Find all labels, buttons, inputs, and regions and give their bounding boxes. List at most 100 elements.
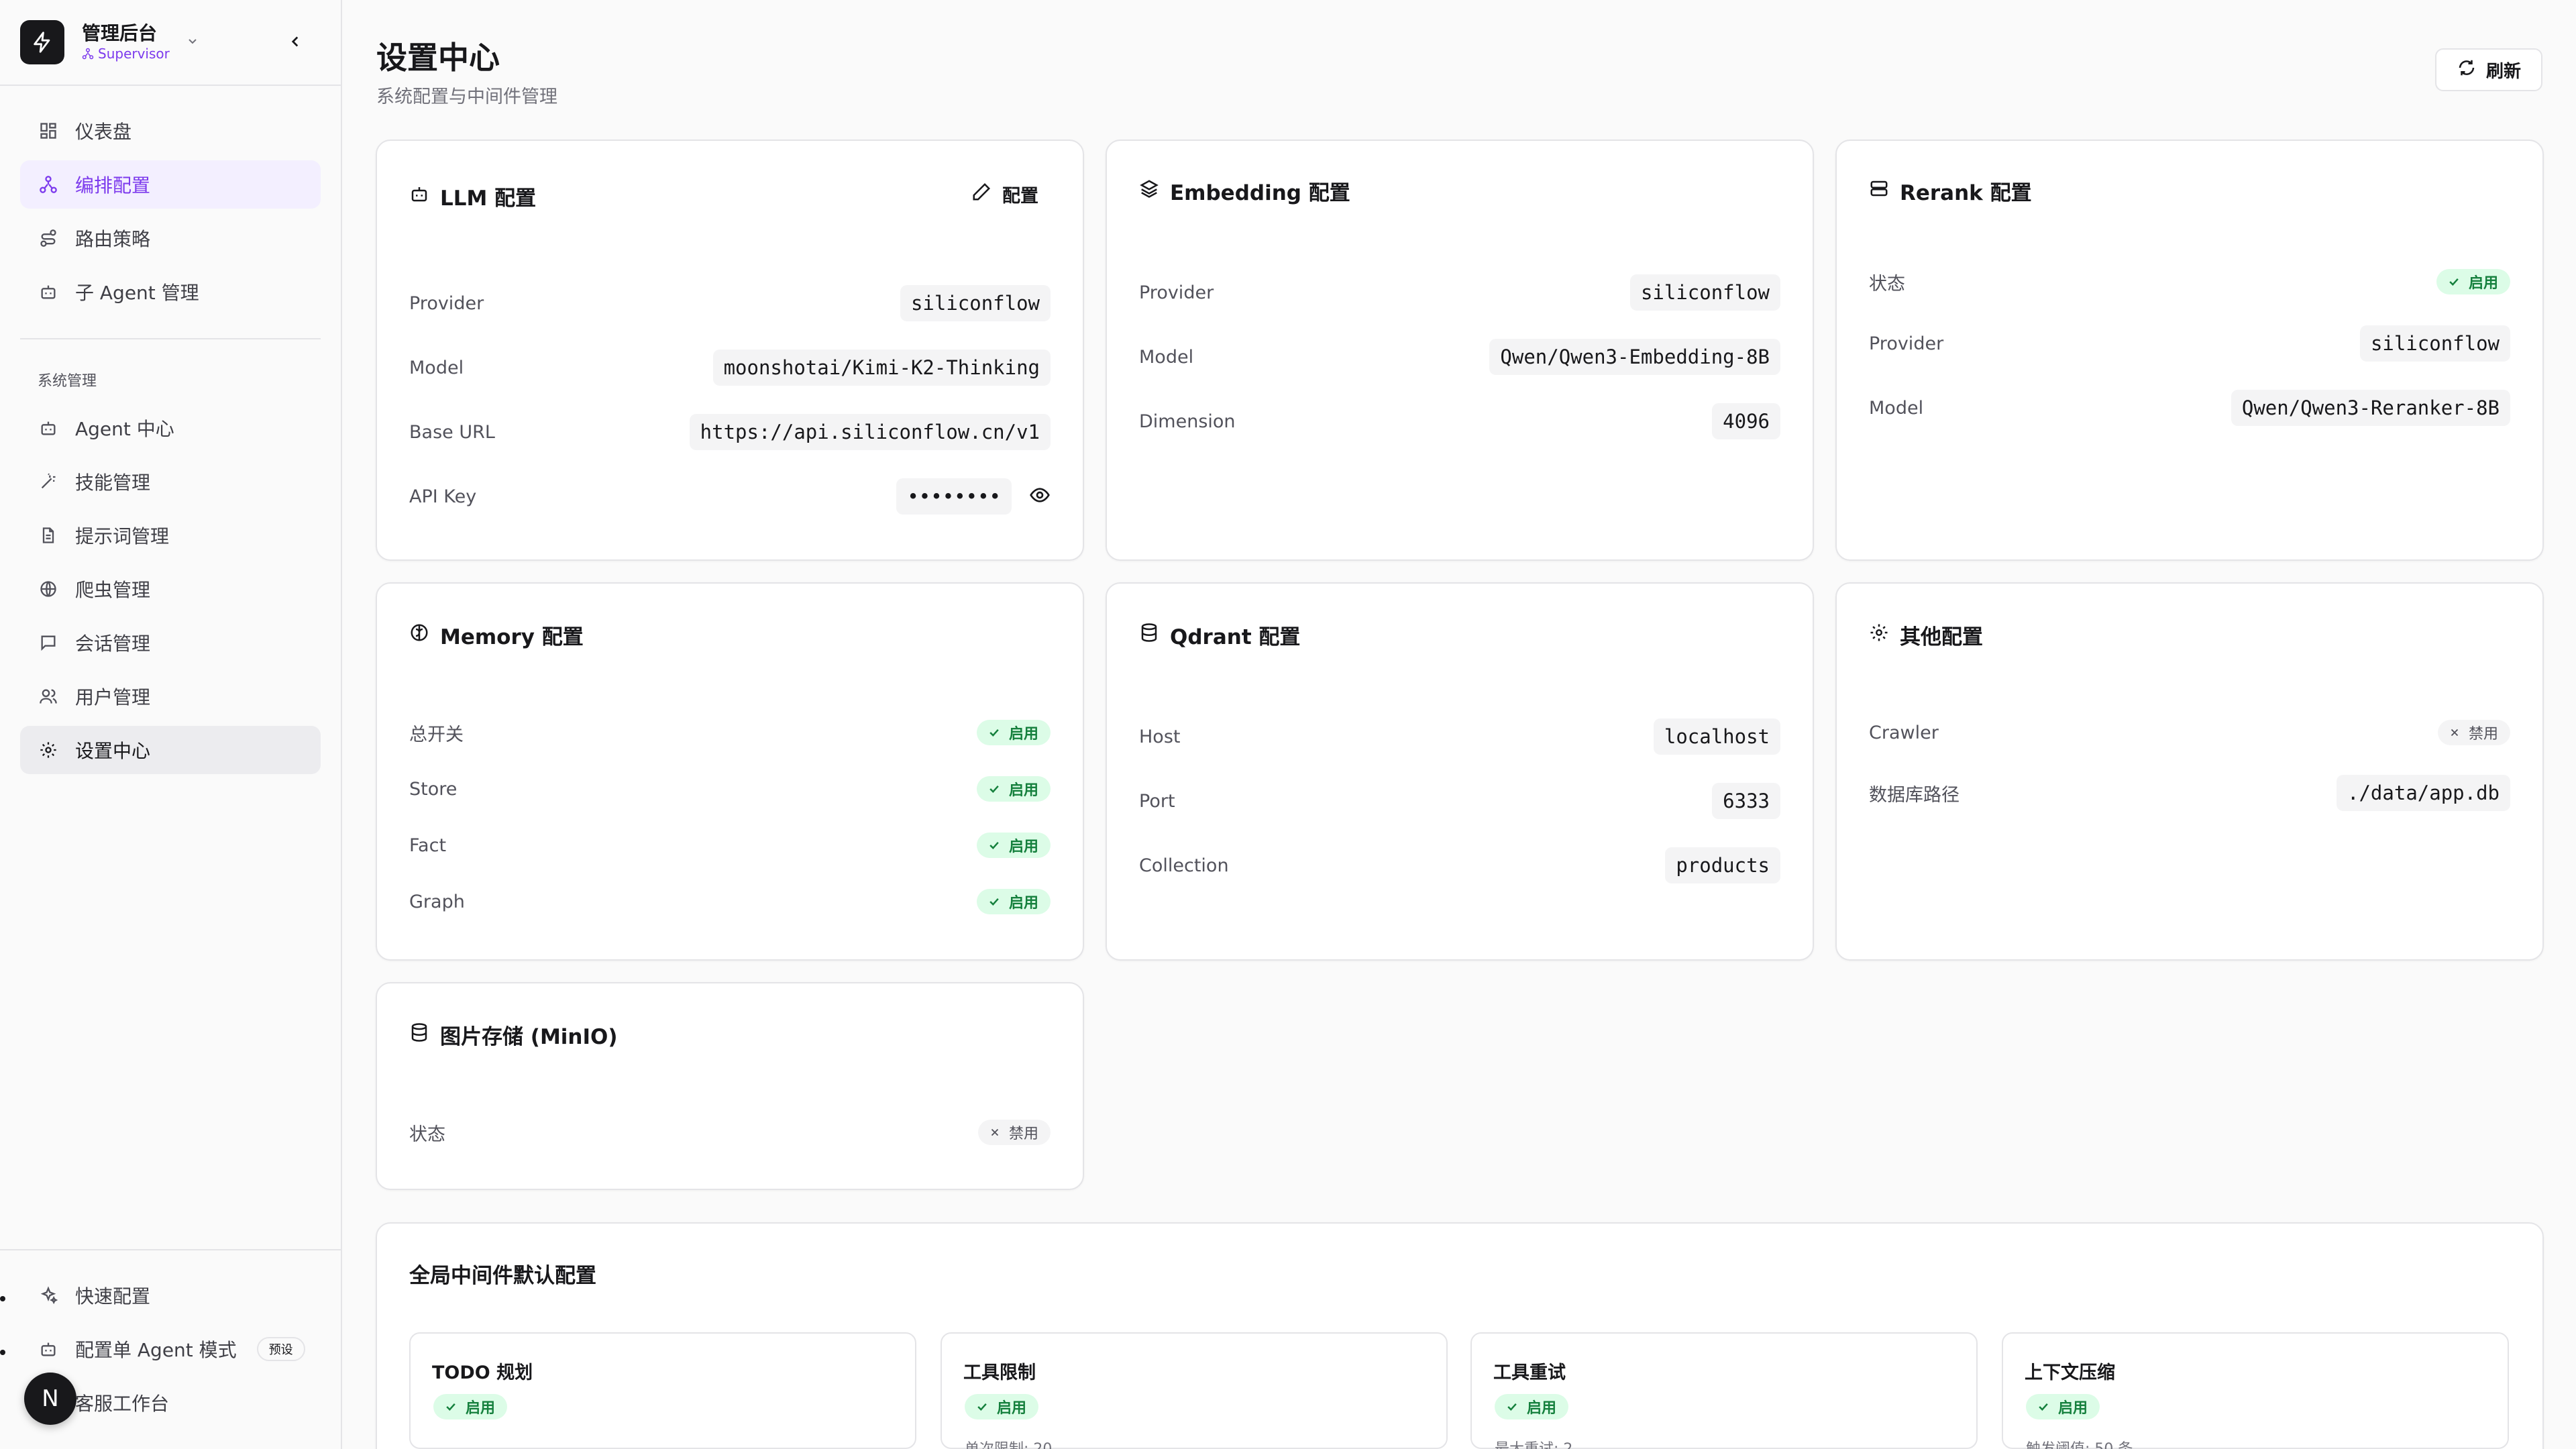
qdrant-host-row: Host localhost xyxy=(1139,718,1780,755)
nav-item-sub-agent[interactable]: 子 Agent 管理 xyxy=(20,268,321,316)
database-icon xyxy=(409,1022,429,1048)
status-badge: 启用 xyxy=(976,889,1051,914)
page-subtitle: 系统配置与中间件管理 xyxy=(376,87,557,107)
llm-base-url-row: Base URL https://api.siliconflow.cn/v1 xyxy=(409,413,1051,451)
bot-icon xyxy=(38,417,59,439)
nav-item-sessions[interactable]: 会话管理 xyxy=(20,619,321,667)
workflow-icon xyxy=(82,48,94,60)
collapse-sidebar-button[interactable] xyxy=(283,30,307,54)
memory-fact-row: Fact 启用 xyxy=(409,826,1051,864)
check-icon xyxy=(989,898,999,906)
nav-item-dashboard[interactable]: 仪表盘 xyxy=(20,107,321,155)
minio-config-card: 图片存储 (MinIO) 状态 禁用 xyxy=(376,982,1084,1190)
embedding-model-row: Model Qwen/Qwen3-Embedding-8B xyxy=(1139,338,1780,376)
brand-switcher[interactable]: 管理后台 Supervisor xyxy=(20,20,329,64)
llm-model-value: moonshotai/Kimi-K2-Thinking xyxy=(712,350,1051,386)
status-badge: 禁用 xyxy=(2437,720,2510,745)
status-badge: 启用 xyxy=(976,833,1051,858)
nav-item-crawler[interactable]: 爬虫管理 xyxy=(20,565,321,613)
minio-status-row: 状态 禁用 xyxy=(409,1114,1051,1151)
nav-item-quick-config[interactable]: 快速配置 xyxy=(20,1271,321,1320)
status-badge: 启用 xyxy=(976,776,1051,802)
nav-item-single-agent-mode[interactable]: 配置单 Agent 模式 预设 xyxy=(20,1325,321,1373)
qdrant-port-row: Port 6333 xyxy=(1139,782,1780,820)
divider xyxy=(0,85,341,86)
memory-master-row: 总开关 启用 xyxy=(409,714,1051,751)
card-title: Embedding 配置 xyxy=(1139,176,1350,206)
check-icon xyxy=(989,785,999,793)
sidebar: 管理后台 Supervisor 仪表盘 编排配置 路由策略 子 Agent 管理… xyxy=(0,0,342,1449)
status-badge: 启用 xyxy=(2026,1394,2100,1419)
nav-item-skills[interactable]: 技能管理 xyxy=(20,458,321,506)
llm-base-url-value: https://api.siliconflow.cn/v1 xyxy=(689,414,1051,450)
middleware-item-tool-retry[interactable]: 工具重试 启用 最大重试: 2 xyxy=(1470,1332,1978,1449)
rerank-config-card: Rerank 配置 状态 启用 Provider siliconflow Mod… xyxy=(1835,140,2544,561)
llm-api-key-row: API Key •••••••• xyxy=(409,478,1051,515)
eye-icon[interactable] xyxy=(1029,484,1051,508)
gear-icon xyxy=(1869,623,1889,648)
nav-item-routing[interactable]: 路由策略 xyxy=(20,214,321,262)
gear-icon xyxy=(38,739,59,761)
other-db-path-row: 数据库路径 ./data/app.db xyxy=(1869,774,2510,812)
nav-section-label: 系统管理 xyxy=(38,373,97,390)
user-avatar-button[interactable]: N xyxy=(24,1373,76,1425)
middleware-item-todo[interactable]: TODO 规划 启用 xyxy=(409,1332,916,1449)
check-icon xyxy=(2449,278,2459,286)
nav-item-agent-center[interactable]: Agent 中心 xyxy=(20,404,321,452)
card-title: 其他配置 xyxy=(1869,620,1983,650)
bolt-icon xyxy=(20,20,64,64)
memory-store-row: Store 启用 xyxy=(409,770,1051,808)
file-text-icon xyxy=(38,525,59,546)
status-badge: 启用 xyxy=(2436,269,2510,294)
close-icon xyxy=(991,1128,999,1136)
sparkles-icon xyxy=(38,1285,59,1306)
nav-item-users[interactable]: 用户管理 xyxy=(20,672,321,720)
llm-model-row: Model moonshotai/Kimi-K2-Thinking xyxy=(409,349,1051,386)
bot-icon xyxy=(38,1338,59,1360)
status-badge: 启用 xyxy=(965,1394,1039,1419)
llm-api-key-value: •••••••• xyxy=(896,478,1012,515)
dashboard-icon xyxy=(38,120,59,142)
brain-icon xyxy=(409,623,429,648)
memory-config-card: Memory 配置 总开关 启用 Store 启用 Fact 启用 Graph … xyxy=(376,582,1084,961)
indicator-dot xyxy=(0,1350,5,1355)
bot-icon xyxy=(409,184,429,209)
refresh-icon xyxy=(2457,58,2477,83)
middleware-item-tool-limit[interactable]: 工具限制 启用 单次限制: 20 xyxy=(941,1332,1448,1449)
nav-item-settings[interactable]: 设置中心 xyxy=(20,726,321,774)
nav-item-prompts[interactable]: 提示词管理 xyxy=(20,511,321,559)
llm-configure-button[interactable]: 配置 xyxy=(971,181,1038,207)
route-icon xyxy=(38,227,59,249)
status-badge: 启用 xyxy=(1495,1394,1569,1419)
llm-provider-value: siliconflow xyxy=(900,285,1051,321)
preset-badge: 预设 xyxy=(256,1337,305,1361)
memory-graph-row: Graph 启用 xyxy=(409,883,1051,920)
divider xyxy=(0,1249,341,1250)
refresh-button[interactable]: 刷新 xyxy=(2435,48,2542,91)
globe-icon xyxy=(38,578,59,600)
card-title: 图片存储 (MinIO) xyxy=(409,1020,618,1050)
middleware-item-context-compress[interactable]: 上下文压缩 启用 触发阈值: 50 条 xyxy=(2002,1332,2509,1449)
qdrant-config-card: Qdrant 配置 Host localhost Port 6333 Colle… xyxy=(1106,582,1814,961)
llm-provider-row: Provider siliconflow xyxy=(409,284,1051,322)
users-icon xyxy=(38,686,59,707)
database-icon xyxy=(1139,623,1159,648)
card-title: Qdrant 配置 xyxy=(1139,620,1300,650)
rerank-provider-row: Provider siliconflow xyxy=(1869,325,2510,362)
card-title: Rerank 配置 xyxy=(1869,176,2032,206)
llm-config-card: LLM 配置 配置 Provider siliconflow Model moo… xyxy=(376,140,1084,561)
status-badge: 启用 xyxy=(433,1394,508,1419)
check-icon xyxy=(977,1403,987,1411)
message-square-icon xyxy=(38,632,59,653)
nav-item-orchestration[interactable]: 编排配置 xyxy=(20,160,321,209)
embedding-dimension-row: Dimension 4096 xyxy=(1139,402,1780,440)
workflow-icon xyxy=(38,174,59,195)
rerank-status-row: 状态 启用 xyxy=(1869,263,2510,301)
qdrant-collection-row: Collection products xyxy=(1139,847,1780,884)
brand-role: Supervisor xyxy=(82,45,170,62)
server-icon xyxy=(1869,178,1889,204)
divider xyxy=(20,338,321,339)
brand-title: 管理后台 xyxy=(82,22,158,44)
rerank-model-row: Model Qwen/Qwen3-Reranker-8B xyxy=(1869,389,2510,427)
other-config-card: 其他配置 Crawler 禁用 数据库路径 ./data/app.db xyxy=(1835,582,2544,961)
